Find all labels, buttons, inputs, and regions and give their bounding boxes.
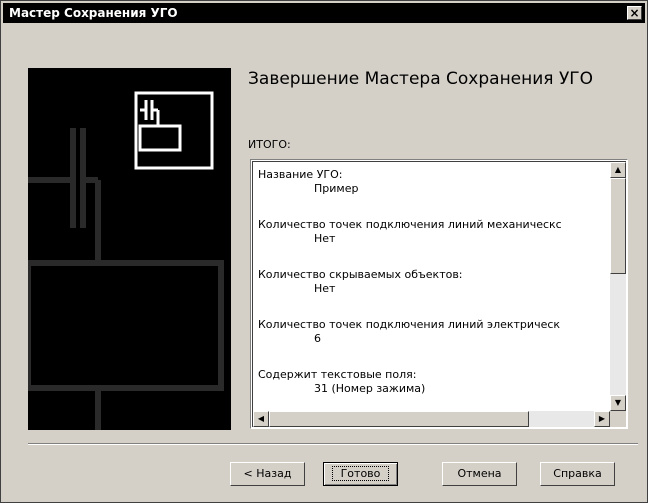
wizard-window: Мастер Сохранения УГО × Завершение Масте… bbox=[0, 0, 648, 503]
summary-item-label: Количество скрываемых объектов: bbox=[258, 268, 463, 281]
summary-listbox[interactable]: Название УГО: Пример Количество точек по… bbox=[250, 159, 628, 429]
summary-item-label: Название УГО: bbox=[258, 168, 343, 181]
horizontal-scrollbar[interactable]: ◀ ▶ bbox=[253, 411, 610, 427]
summary-item-label: Количество точек подключения линий механ… bbox=[258, 218, 562, 231]
list-item: Содержит текстовые поля: 31 (Номер зажим… bbox=[258, 368, 598, 396]
summary-item-value: 31 (Номер зажима) bbox=[314, 382, 426, 395]
scroll-right-button[interactable]: ▶ bbox=[594, 411, 610, 427]
vertical-scroll-thumb[interactable] bbox=[610, 178, 626, 274]
summary-item-value: 6 bbox=[314, 332, 321, 345]
summary-item-label: Содержит текстовые поля: bbox=[258, 368, 417, 381]
list-item: Название УГО: Пример bbox=[258, 168, 598, 196]
summary-item-label: Количество точек подключения линий элект… bbox=[258, 318, 561, 331]
scroll-up-button[interactable]: ▲ bbox=[610, 162, 626, 178]
list-item: Количество точек подключения линий элект… bbox=[258, 318, 598, 346]
vertical-scrollbar[interactable]: ▲ ▼ bbox=[610, 162, 626, 411]
summary-content: Название УГО: Пример Количество точек по… bbox=[258, 168, 598, 418]
list-item: Количество точек подключения линий механ… bbox=[258, 218, 598, 246]
scrollbar-corner bbox=[610, 411, 626, 427]
title-bar: Мастер Сохранения УГО × bbox=[3, 3, 645, 23]
divider bbox=[28, 443, 638, 445]
wizard-side-graphic bbox=[25, 68, 231, 430]
summary-item-value: Пример bbox=[314, 182, 359, 195]
close-button[interactable]: × bbox=[627, 6, 642, 20]
scroll-left-button[interactable]: ◀ bbox=[253, 411, 269, 427]
horizontal-scroll-thumb[interactable] bbox=[269, 411, 529, 427]
back-button[interactable]: < Назад bbox=[230, 462, 305, 486]
summary-item-value: Нет bbox=[314, 232, 336, 245]
summary-listbox-frame: Название УГО: Пример Количество точек по… bbox=[252, 161, 626, 427]
summary-item-value: Нет bbox=[314, 282, 336, 295]
page-heading: Завершение Мастера Сохранения УГО bbox=[248, 69, 594, 89]
finish-button-label: Готово bbox=[331, 466, 390, 481]
finish-button[interactable]: Готово bbox=[323, 462, 398, 486]
window-title: Мастер Сохранения УГО bbox=[9, 6, 178, 20]
scroll-down-button[interactable]: ▼ bbox=[610, 395, 626, 411]
summary-label: ИТОГО: bbox=[248, 138, 291, 151]
help-button[interactable]: Справка bbox=[540, 462, 615, 486]
list-item: Количество скрываемых объектов: Нет bbox=[258, 268, 598, 296]
cancel-button[interactable]: Отмена bbox=[442, 462, 517, 486]
capacitor-symbol-icon bbox=[25, 91, 224, 430]
